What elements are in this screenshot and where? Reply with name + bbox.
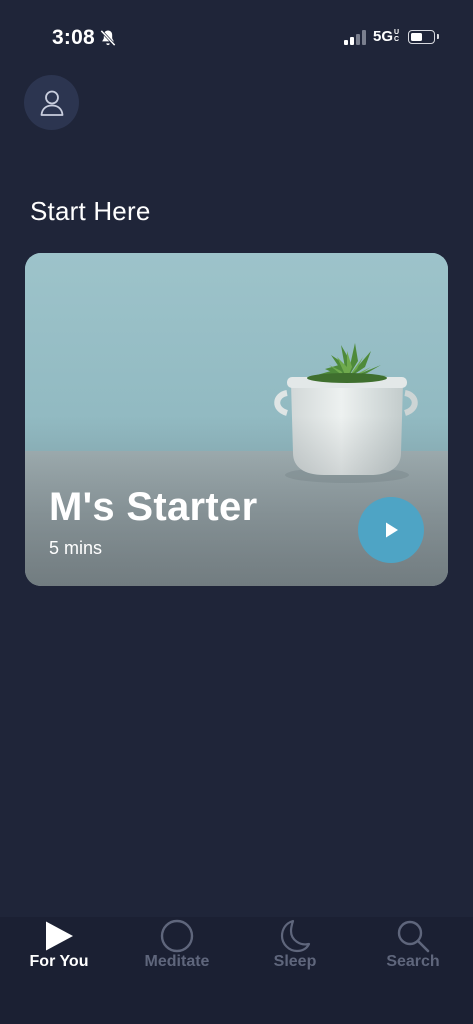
network-text: 5G <box>372 28 393 45</box>
cellular-signal-icon <box>343 29 366 45</box>
card-duration: 5 mins <box>49 538 103 558</box>
tab-meditate[interactable]: Meditate <box>118 917 236 987</box>
play-icon <box>46 921 73 951</box>
circle-icon <box>160 919 194 953</box>
tab-label: Meditate <box>144 953 210 970</box>
tab-search-icon-wrap <box>396 920 430 953</box>
tab-label: Search <box>386 953 440 970</box>
tab-label: Sleep <box>273 953 317 970</box>
play-icon <box>386 522 398 538</box>
search-icon <box>397 920 430 953</box>
tab-for-you-icon-wrap <box>43 920 75 952</box>
status-time: 3:08 <box>52 26 118 50</box>
bottom-tab-bar: For You Meditate Sleep Search <box>0 917 473 1024</box>
moon-icon <box>280 919 311 953</box>
status-bar: 3:08 5G UC <box>0 0 473 72</box>
person-icon <box>40 90 63 116</box>
network-type: 5G UC <box>373 28 401 45</box>
section-title: Start Here <box>30 196 151 226</box>
battery-icon <box>408 29 439 44</box>
status-indicators: 5G UC <box>343 28 439 45</box>
play-button[interactable] <box>358 497 424 563</box>
battery-fill <box>411 32 423 41</box>
tab-sleep[interactable]: Sleep <box>236 917 354 987</box>
card-title: M's Starter <box>49 485 258 529</box>
tab-for-you[interactable]: For You <box>0 917 118 987</box>
time-text: 3:08 <box>52 26 95 49</box>
tab-search[interactable]: Search <box>354 917 472 987</box>
tab-sleep-icon-wrap <box>279 919 311 953</box>
tab-label: For You <box>29 953 89 970</box>
app-screen: 3:08 5G UC Start Here M's Starter 5 mins… <box>0 0 473 1024</box>
network-superscript: UC <box>394 29 400 43</box>
featured-session-card[interactable]: M's Starter 5 mins <box>25 253 448 586</box>
bell-off-icon <box>100 29 116 47</box>
tab-meditate-icon-wrap <box>160 919 194 953</box>
profile-button[interactable] <box>24 75 79 130</box>
